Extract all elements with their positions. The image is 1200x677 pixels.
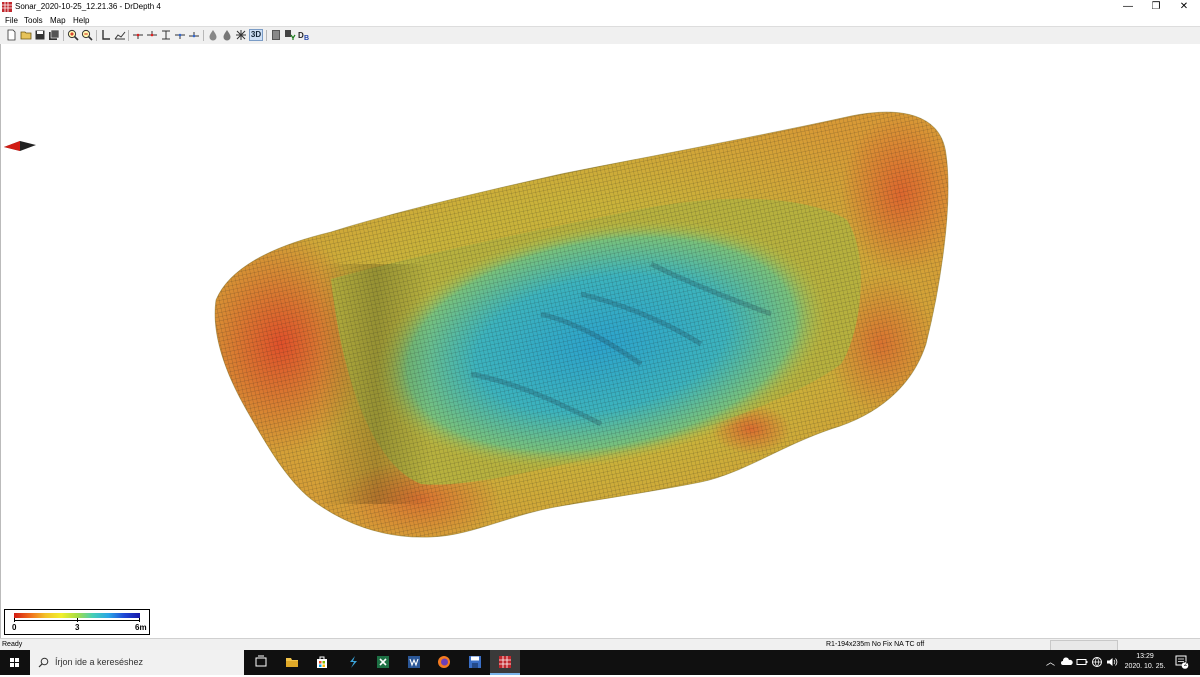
window-title: Sonar_2020-10-25_12.21.36 - DrDepth 4: [15, 2, 161, 11]
legend-tick: [14, 618, 15, 622]
legend-label-mid: 3: [75, 623, 80, 632]
tray-expand-icon[interactable]: ︿: [1046, 656, 1058, 668]
network-globe-icon[interactable]: [1091, 656, 1103, 668]
battery-icon[interactable]: [1076, 656, 1088, 668]
menu-file[interactable]: File: [5, 15, 18, 26]
open-icon[interactable]: [20, 29, 32, 41]
excel-icon[interactable]: [368, 650, 398, 675]
svg-text:B: B: [304, 35, 309, 41]
compass-icon: [3, 140, 37, 154]
grid-icon[interactable]: [235, 29, 247, 41]
drop-2-icon[interactable]: [221, 29, 233, 41]
title-bar: Sonar_2020-10-25_12.21.36 - DrDepth 4 — …: [0, 0, 1200, 14]
toolbar-separator: [96, 30, 97, 41]
taskbar: Írjon ide a kereséshez ︿ 13:29 2020. 10.…: [0, 650, 1200, 675]
search-placeholder: Írjon ide a kereséshez: [55, 657, 144, 667]
toolbar: 3D DB: [0, 26, 1200, 45]
firefox-icon[interactable]: [429, 650, 459, 675]
3d-icon[interactable]: 3D: [249, 29, 263, 41]
marker-3-icon[interactable]: [160, 29, 172, 41]
toolbar-separator: [63, 30, 64, 41]
save-app-icon[interactable]: [460, 650, 490, 675]
menu-help[interactable]: Help: [73, 15, 89, 26]
legend-tick: [77, 618, 78, 622]
volume-icon[interactable]: [1106, 656, 1118, 668]
zoom-in-icon[interactable]: [67, 29, 79, 41]
save-all-icon[interactable]: [48, 29, 60, 41]
toolbar-separator: [266, 30, 267, 41]
cloud-icon[interactable]: [1061, 656, 1073, 668]
task-view-icon[interactable]: [246, 650, 276, 675]
file-explorer-icon[interactable]: [277, 650, 307, 675]
menu-tools[interactable]: Tools: [24, 15, 43, 26]
status-info: R1-194x235m No Fix NA TC off: [826, 641, 925, 648]
menu-map[interactable]: Map: [50, 15, 66, 26]
marker-1-icon[interactable]: [132, 29, 144, 41]
db-icon[interactable]: DB: [298, 29, 310, 41]
legend-tick: [139, 618, 140, 622]
clock-date[interactable]: 2020. 10. 25.: [1121, 662, 1169, 671]
depth-y-icon[interactable]: [284, 29, 296, 41]
depth-surface-mesh: [214, 111, 949, 538]
restore-button[interactable]: ❐: [1142, 0, 1170, 14]
map-3d-view[interactable]: [0, 44, 1200, 638]
ruler-l-icon[interactable]: [100, 29, 112, 41]
marker-5-icon[interactable]: [188, 29, 200, 41]
legend-label-min: 0: [12, 623, 17, 632]
drdepth-icon[interactable]: [490, 650, 520, 675]
zoom-out-icon[interactable]: [81, 29, 93, 41]
toolbar-separator: [128, 30, 129, 41]
legend-label-max: 6m: [135, 623, 147, 632]
sway-icon[interactable]: [338, 650, 368, 675]
word-icon[interactable]: [399, 650, 429, 675]
taskbar-search[interactable]: Írjon ide a kereséshez: [30, 650, 244, 675]
drdepth-app-icon: [2, 2, 12, 12]
status-ready: Ready: [2, 641, 23, 648]
notification-count: 2: [1183, 662, 1188, 668]
minimize-button[interactable]: —: [1114, 0, 1142, 14]
layers-icon[interactable]: [270, 29, 282, 41]
profile-icon[interactable]: [114, 29, 126, 41]
toolbar-separator: [203, 30, 204, 41]
clock-time[interactable]: 13:29: [1121, 652, 1169, 661]
search-icon: [38, 657, 49, 670]
windows-icon: [10, 658, 19, 667]
start-button[interactable]: [0, 650, 30, 675]
marker-2-icon[interactable]: [146, 29, 158, 41]
menu-bar: File Tools Map Help: [0, 14, 1200, 26]
notification-center-icon[interactable]: 2: [1175, 655, 1189, 669]
drop-1-icon[interactable]: [207, 29, 219, 41]
new-icon[interactable]: [5, 29, 17, 41]
close-button[interactable]: ✕: [1170, 0, 1198, 14]
marker-4-icon[interactable]: [174, 29, 186, 41]
depth-legend: 0 3 6m: [4, 609, 150, 635]
store-icon[interactable]: [307, 650, 337, 675]
save-icon[interactable]: [34, 29, 46, 41]
